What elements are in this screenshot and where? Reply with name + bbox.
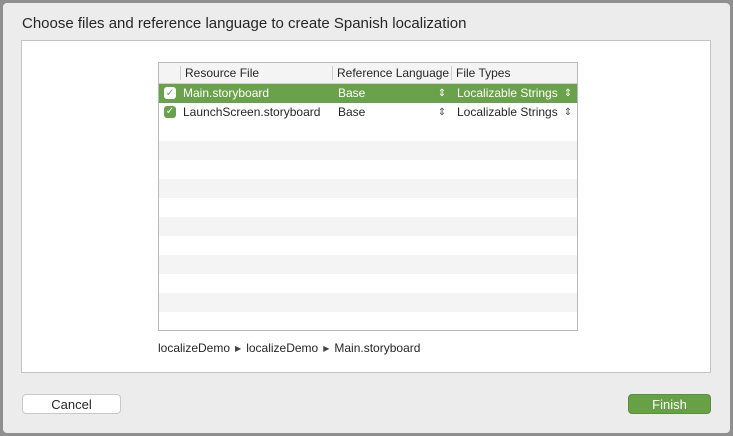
up-down-chevron-icon[interactable]: ⇕ xyxy=(437,84,447,103)
resource-file-name: LaunchScreen.storyboard xyxy=(183,105,321,119)
empty-row xyxy=(159,141,577,160)
path-segment[interactable]: localizeDemo xyxy=(246,341,318,355)
column-header-resource-file[interactable]: Resource File xyxy=(185,63,259,83)
content-panel: Resource File Reference Language File Ty… xyxy=(21,40,711,373)
column-header-reference-language[interactable]: Reference Language xyxy=(337,63,449,83)
file-types-popup[interactable]: Localizable Strings xyxy=(457,84,558,103)
checkmark-icon[interactable]: ✓ xyxy=(164,106,176,118)
triangle-right-icon: ▶ xyxy=(235,344,242,353)
path-breadcrumb: localizeDemo ▶ localizeDemo ▶ Main.storyboar… xyxy=(158,341,420,355)
empty-row xyxy=(159,122,577,141)
column-divider xyxy=(180,66,181,80)
path-segment[interactable]: localizeDemo xyxy=(158,341,230,355)
empty-row xyxy=(159,312,577,330)
empty-row xyxy=(159,217,577,236)
empty-row xyxy=(159,293,577,312)
empty-row xyxy=(159,255,577,274)
empty-row xyxy=(159,274,577,293)
empty-row xyxy=(159,236,577,255)
column-divider xyxy=(451,66,452,80)
empty-row xyxy=(159,160,577,179)
path-segment[interactable]: Main.storyboard xyxy=(334,341,420,355)
column-header-file-types[interactable]: File Types xyxy=(456,63,510,83)
reference-language-popup[interactable]: Base xyxy=(338,103,365,122)
table-row[interactable]: ✓ Main.storyboard Base ⇕ Localizable Str… xyxy=(159,84,577,103)
table-rows: ✓ Main.storyboard Base ⇕ Localizable Str… xyxy=(159,84,577,330)
up-down-chevron-icon[interactable]: ⇕ xyxy=(437,103,447,122)
reference-language-popup[interactable]: Base xyxy=(338,84,365,103)
empty-row xyxy=(159,179,577,198)
file-types-popup[interactable]: Localizable Strings xyxy=(457,103,558,122)
localization-dialog: Choose files and reference language to c… xyxy=(3,3,730,433)
up-down-chevron-icon[interactable]: ⇕ xyxy=(563,84,573,103)
cancel-button[interactable]: Cancel xyxy=(22,394,121,414)
empty-row xyxy=(159,198,577,217)
dialog-title: Choose files and reference language to c… xyxy=(22,15,467,32)
up-down-chevron-icon[interactable]: ⇕ xyxy=(563,103,573,122)
resource-file-name: Main.storyboard xyxy=(183,86,270,100)
column-divider xyxy=(332,66,333,80)
localization-file-table[interactable]: Resource File Reference Language File Ty… xyxy=(158,62,578,331)
finish-button[interactable]: Finish xyxy=(628,394,711,414)
table-header: Resource File Reference Language File Ty… xyxy=(159,63,577,84)
triangle-right-icon: ▶ xyxy=(323,344,330,353)
checkmark-icon[interactable]: ✓ xyxy=(164,87,176,99)
table-row[interactable]: ✓ LaunchScreen.storyboard Base ⇕ Localiz… xyxy=(159,103,577,122)
